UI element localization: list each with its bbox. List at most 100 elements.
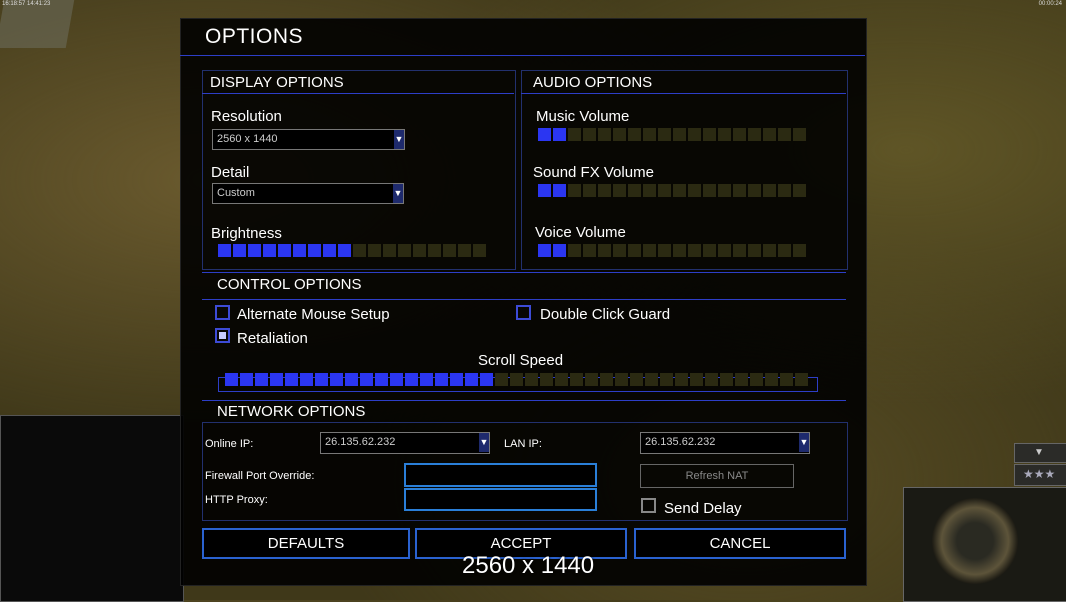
refresh-nat-button[interactable]: Refresh NAT: [640, 464, 794, 488]
triangle-down-icon: ▼: [1034, 447, 1044, 458]
brightness-slider[interactable]: [218, 244, 486, 257]
slider-segment: [613, 184, 626, 197]
slider-segment: [675, 373, 688, 386]
slider-segment: [225, 373, 238, 386]
control-heading-divider: [202, 299, 846, 300]
slider-segment: [658, 184, 671, 197]
dialog-title: OPTIONS: [205, 25, 304, 48]
lan-ip-label: LAN IP:: [504, 438, 542, 450]
http-proxy-input[interactable]: [404, 488, 597, 511]
sound-fx-volume-slider[interactable]: [538, 184, 806, 197]
slider-segment: [643, 184, 656, 197]
slider-segment: [553, 244, 566, 257]
slider-segment: [673, 128, 686, 141]
slider-segment: [398, 244, 411, 257]
slider-segment: [763, 128, 776, 141]
slider-segment: [233, 244, 246, 257]
slider-segment: [598, 184, 611, 197]
slider-segment: [703, 184, 716, 197]
title-divider: [180, 55, 865, 56]
slider-segment: [765, 373, 778, 386]
slider-segment: [323, 244, 336, 257]
slider-segment: [735, 373, 748, 386]
double-click-guard-checkbox[interactable]: [516, 305, 531, 320]
online-ip-dropdown[interactable]: 26.135.62.232 ▼: [320, 432, 490, 454]
slider-segment: [793, 128, 806, 141]
slider-segment: [658, 128, 671, 141]
slider-segment: [540, 373, 553, 386]
slider-segment: [570, 373, 583, 386]
slider-segment: [553, 184, 566, 197]
slider-segment: [413, 244, 426, 257]
chevron-down-icon: ▼: [479, 433, 489, 452]
slider-segment: [583, 184, 596, 197]
retaliation-checkbox[interactable]: [215, 328, 230, 343]
control-options-heading: CONTROL OPTIONS: [217, 276, 362, 293]
slider-segment: [568, 184, 581, 197]
hud-collapse-tab[interactable]: ▼: [1014, 443, 1066, 463]
firewall-port-input[interactable]: [404, 463, 597, 487]
slider-segment: [568, 244, 581, 257]
slider-segment: [345, 373, 358, 386]
detail-dropdown[interactable]: Custom ▼: [212, 183, 404, 204]
slider-segment: [718, 184, 731, 197]
command-radar: [903, 487, 1066, 602]
slider-segment: [538, 128, 551, 141]
slider-segment: [583, 244, 596, 257]
display-heading-divider: [202, 93, 514, 94]
audio-options-heading: AUDIO OPTIONS: [533, 74, 653, 91]
slider-segment: [778, 128, 791, 141]
slider-segment: [703, 128, 716, 141]
resolution-dropdown[interactable]: 2560 x 1440 ▼: [212, 129, 405, 150]
slider-segment: [630, 373, 643, 386]
slider-segment: [420, 373, 433, 386]
online-ip-value: 26.135.62.232: [325, 436, 396, 448]
minimap-panel[interactable]: [0, 415, 184, 602]
lan-ip-value: 26.135.62.232: [645, 436, 716, 448]
slider-segment: [218, 244, 231, 257]
alternate-mouse-checkbox[interactable]: [215, 305, 230, 320]
control-top-divider: [202, 272, 846, 273]
slider-segment: [435, 373, 448, 386]
sound-fx-volume-label: Sound FX Volume: [533, 164, 654, 181]
send-delay-checkbox[interactable]: [641, 498, 656, 513]
slider-segment: [555, 373, 568, 386]
music-volume-slider[interactable]: [538, 128, 806, 141]
slider-segment: [748, 128, 761, 141]
slider-segment: [390, 373, 403, 386]
slider-segment: [270, 373, 283, 386]
lan-ip-dropdown[interactable]: 26.135.62.232 ▼: [640, 432, 810, 454]
alternate-mouse-label: Alternate Mouse Setup: [237, 306, 390, 323]
slider-segment: [553, 128, 566, 141]
hud-rank-tab[interactable]: ★★★: [1014, 464, 1066, 486]
slider-segment: [568, 128, 581, 141]
slider-segment: [308, 244, 321, 257]
slider-segment: [658, 244, 671, 257]
slider-segment: [428, 244, 441, 257]
detail-value: Custom: [217, 187, 255, 199]
slider-segment: [688, 244, 701, 257]
radar-disc: [932, 498, 1018, 584]
slider-segment: [720, 373, 733, 386]
slider-segment: [628, 244, 641, 257]
scroll-speed-slider[interactable]: [225, 373, 808, 386]
online-ip-label: Online IP:: [205, 438, 254, 450]
network-options-heading: NETWORK OPTIONS: [217, 403, 366, 420]
slider-segment: [748, 244, 761, 257]
slider-segment: [628, 184, 641, 197]
slider-segment: [353, 244, 366, 257]
topbar-right-text: 00:00:24: [1038, 1, 1062, 7]
slider-segment: [495, 373, 508, 386]
slider-segment: [703, 244, 716, 257]
resolution-value: 2560 x 1440: [217, 133, 278, 145]
slider-segment: [748, 184, 761, 197]
slider-segment: [368, 244, 381, 257]
brightness-label: Brightness: [211, 225, 282, 242]
slider-segment: [645, 373, 658, 386]
defaults-button[interactable]: DEFAULTS: [202, 528, 410, 559]
slider-segment: [338, 244, 351, 257]
slider-segment: [538, 244, 551, 257]
slider-segment: [690, 373, 703, 386]
voice-volume-slider[interactable]: [538, 244, 806, 257]
cancel-button[interactable]: CANCEL: [634, 528, 846, 559]
